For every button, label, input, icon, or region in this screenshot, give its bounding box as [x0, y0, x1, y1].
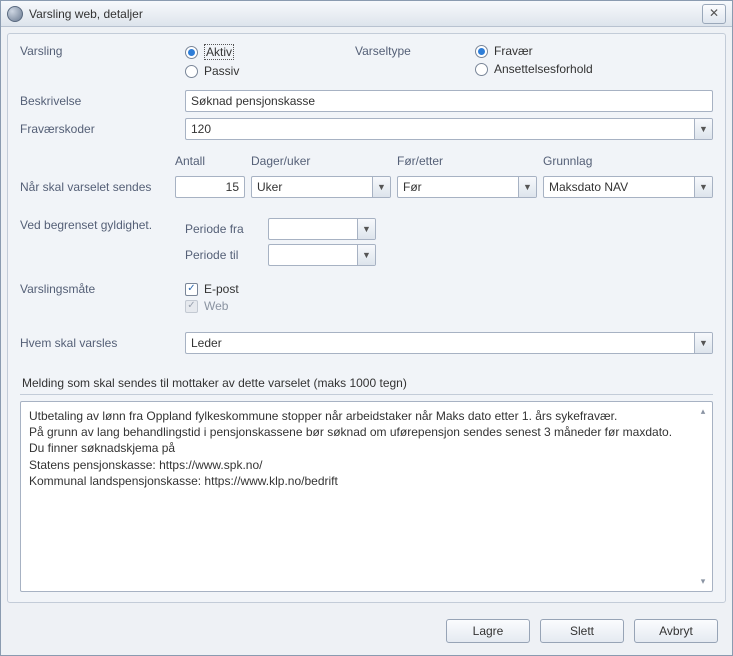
col-foer-etter: Før/etter [397, 154, 537, 170]
label-naar: Når skal varselet sendes [20, 180, 175, 194]
label-hvem: Hvem skal varsles [20, 336, 185, 350]
col-grunnlag: Grunnlag [543, 154, 713, 170]
label-varsling: Varsling [20, 44, 185, 58]
chevron-down-icon: ▼ [357, 245, 375, 265]
periode-fra-select[interactable]: ▼ [268, 218, 376, 240]
radio-passiv-label: Passiv [204, 64, 239, 78]
radio-aktiv[interactable] [185, 46, 198, 59]
checkbox-web-label: Web [204, 299, 228, 313]
close-button[interactable]: ✕ [702, 4, 726, 24]
dialog-window: Varsling web, detaljer ✕ Varsling Aktiv … [0, 0, 733, 656]
radio-ansettelse[interactable] [475, 63, 488, 76]
close-icon: ✕ [709, 6, 719, 20]
melding-textarea[interactable]: Utbetaling av lønn fra Oppland fylkeskom… [20, 401, 713, 592]
chevron-down-icon: ▼ [372, 177, 390, 197]
app-icon [7, 6, 23, 22]
lagre-button[interactable]: Lagre [446, 619, 530, 643]
dager-uker-value: Uker [257, 180, 282, 194]
chevron-down-icon: ▼ [694, 177, 712, 197]
checkbox-web [185, 300, 198, 313]
checkbox-epost[interactable] [185, 283, 198, 296]
foer-etter-value: Før [403, 180, 422, 194]
checkbox-epost-label: E-post [204, 282, 239, 296]
radio-fravaer[interactable] [475, 45, 488, 58]
chevron-down-icon: ▼ [694, 333, 712, 353]
label-fravaerskoder: Fraværskoder [20, 122, 185, 136]
fravaerskoder-value: 120 [191, 122, 211, 136]
fravaerskoder-select[interactable]: 120 ▼ [185, 118, 713, 140]
foer-etter-select[interactable]: Før ▼ [397, 176, 537, 198]
hvem-select[interactable]: Leder ▼ [185, 332, 713, 354]
scroll-up-icon: ▴ [696, 406, 710, 417]
radio-passiv[interactable] [185, 65, 198, 78]
hvem-value: Leder [191, 336, 222, 350]
melding-section-header: Melding som skal sendes til mottaker av … [20, 372, 713, 395]
col-dager-uker: Dager/uker [251, 154, 391, 170]
antall-input[interactable] [175, 176, 245, 198]
beskrivelse-input[interactable] [185, 90, 713, 112]
title-bar: Varsling web, detaljer ✕ [1, 1, 732, 27]
label-periode-fra: Periode fra [185, 222, 260, 236]
grunnlag-value: Maksdato NAV [549, 180, 628, 194]
chevron-down-icon: ▼ [694, 119, 712, 139]
grunnlag-select[interactable]: Maksdato NAV ▼ [543, 176, 713, 198]
label-varslingsmaate: Varslingsmåte [20, 282, 185, 296]
col-antall: Antall [175, 154, 245, 170]
form-content: Varsling Aktiv Passiv Varseltype Fravær [7, 33, 726, 603]
scroll-down-icon: ▾ [696, 576, 710, 587]
radio-fravaer-label: Fravær [494, 44, 533, 58]
button-bar: Lagre Slett Avbryt [1, 609, 732, 655]
dager-uker-select[interactable]: Uker ▼ [251, 176, 391, 198]
melding-text: Utbetaling av lønn fra Oppland fylkeskom… [21, 402, 712, 591]
radio-aktiv-label: Aktiv [204, 44, 234, 60]
label-ved-begrenset: Ved begrenset gyldighet. [20, 218, 185, 232]
label-varseltype: Varseltype [355, 44, 475, 58]
periode-til-select[interactable]: ▼ [268, 244, 376, 266]
slett-button[interactable]: Slett [540, 619, 624, 643]
avbryt-button[interactable]: Avbryt [634, 619, 718, 643]
radio-ansettelse-label: Ansettelsesforhold [494, 62, 593, 76]
window-title: Varsling web, detaljer [29, 7, 143, 21]
chevron-down-icon: ▼ [357, 219, 375, 239]
label-periode-til: Periode til [185, 248, 260, 262]
chevron-down-icon: ▼ [518, 177, 536, 197]
label-beskrivelse: Beskrivelse [20, 94, 185, 108]
